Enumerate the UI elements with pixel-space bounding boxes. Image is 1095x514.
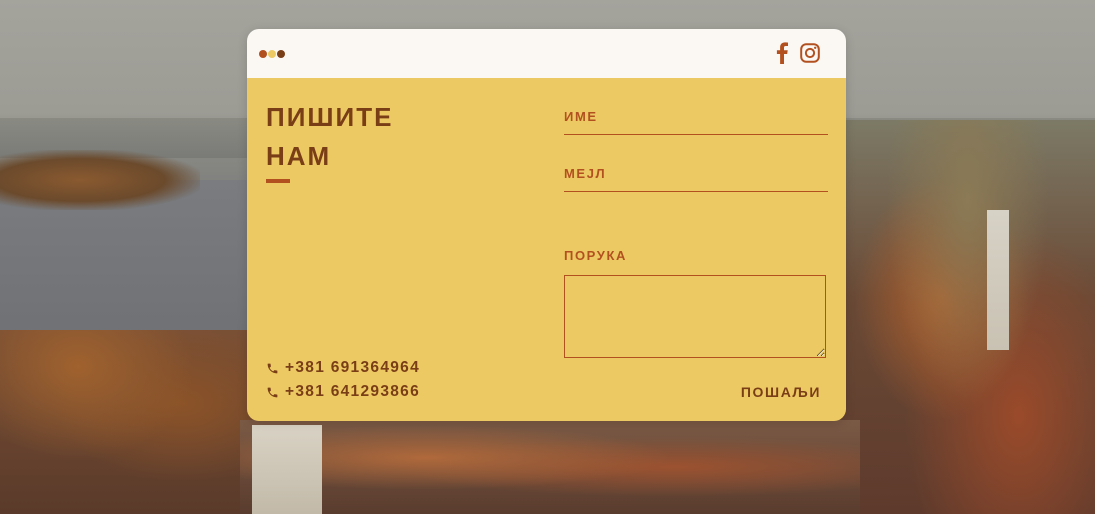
window-dot — [277, 50, 285, 58]
name-input[interactable] — [564, 134, 828, 135]
phone-item[interactable]: +381 641293866 — [266, 380, 420, 404]
contact-heading-line1: ПИШИТЕ — [266, 102, 394, 132]
window-dots — [259, 50, 285, 58]
background-town-left — [0, 330, 260, 514]
instagram-link[interactable] — [800, 43, 820, 63]
contact-heading: ПИШИТЕ НАМ — [266, 98, 466, 176]
window-titlebar — [247, 29, 846, 78]
phone-icon — [267, 387, 278, 397]
phone-item[interactable]: +381 691364964 — [266, 356, 420, 380]
instagram-icon — [800, 43, 820, 63]
message-textarea[interactable] — [564, 275, 826, 358]
email-label: МЕЈЛ — [564, 166, 607, 181]
message-field: ПОРУКА — [564, 248, 828, 263]
facebook-icon — [776, 42, 788, 64]
background-town-bottom — [240, 420, 860, 514]
social-links — [776, 42, 820, 64]
send-button[interactable]: ПОШАЉИ — [741, 384, 821, 400]
email-field[interactable]: МЕЈЛ — [564, 166, 828, 192]
facebook-link[interactable] — [776, 42, 788, 64]
name-field[interactable]: ИМЕ — [564, 109, 828, 135]
contact-heading-line2: НАМ — [266, 141, 332, 171]
contact-card: ПИШИТЕ НАМ +381 691364964 +381 641293866… — [247, 78, 846, 421]
message-label: ПОРУКА — [564, 248, 627, 263]
phone-list: +381 691364964 +381 641293866 — [266, 356, 420, 404]
background-town-right — [840, 120, 1095, 514]
background-left-bank — [0, 150, 200, 210]
window-dot — [268, 50, 276, 58]
contact-window: ПИШИТЕ НАМ +381 691364964 +381 641293866… — [247, 29, 846, 421]
background-clock-tower — [252, 425, 322, 514]
window-dot — [259, 50, 267, 58]
email-input[interactable] — [564, 191, 828, 192]
heading-underline — [266, 179, 290, 183]
phone-number: +381 641293866 — [285, 383, 421, 400]
background-church-spire — [987, 210, 1009, 350]
name-label: ИМЕ — [564, 109, 598, 124]
phone-number: +381 691364964 — [285, 359, 421, 376]
phone-icon — [267, 363, 278, 373]
